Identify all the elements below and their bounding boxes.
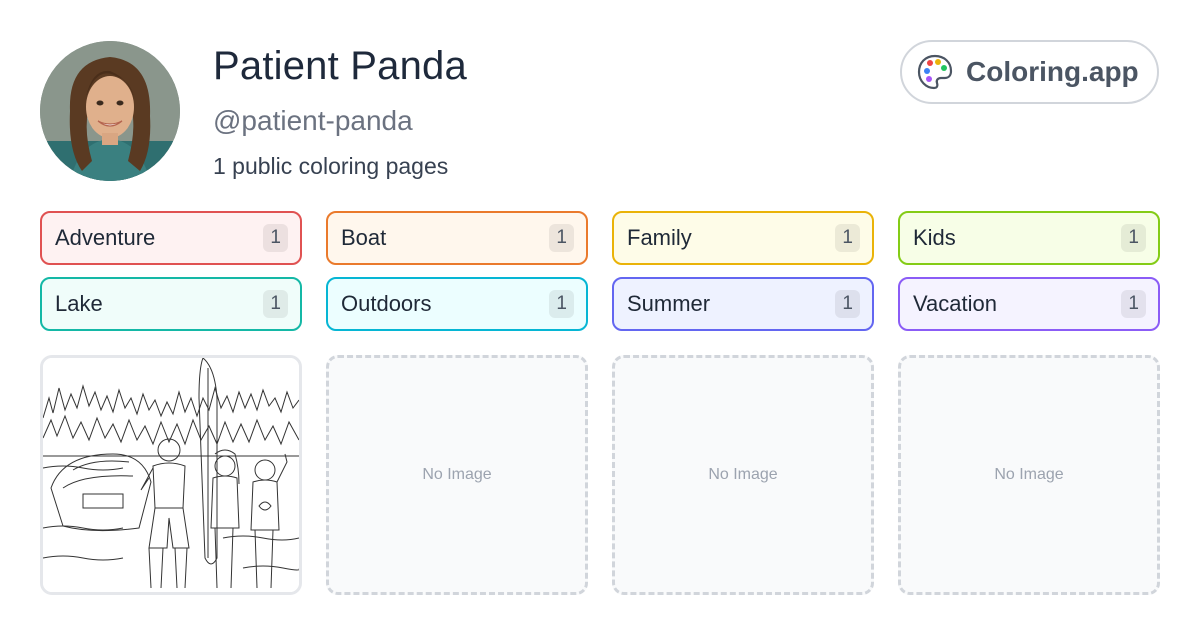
coloring-page-card[interactable] (40, 355, 302, 595)
tag-label: Summer (627, 291, 711, 316)
tag-label: Family (627, 225, 692, 250)
tag-count: 1 (549, 224, 574, 252)
coloring-page-grid: No Image No Image No Image (40, 355, 1160, 595)
tag-count: 1 (1121, 224, 1146, 252)
coloring-page-card[interactable]: No Image (612, 355, 874, 595)
tag-summer[interactable]: Summer 1 (612, 277, 874, 331)
tag-boat[interactable]: Boat 1 (326, 211, 588, 265)
coloring-page-card[interactable]: No Image (898, 355, 1160, 595)
profile-name: Patient Panda (213, 44, 467, 88)
profile-handle: @patient-panda (213, 105, 413, 136)
public-pages-count: 1 public coloring pages (213, 153, 449, 179)
brand-label: Coloring.app (966, 56, 1139, 87)
tag-label: Vacation (913, 291, 997, 316)
tag-label: Boat (341, 225, 387, 250)
tag-label: Outdoors (341, 291, 432, 316)
coloring-page-thumbnail (43, 358, 299, 592)
tag-count: 1 (263, 224, 288, 252)
tag-outdoors[interactable]: Outdoors 1 (326, 277, 588, 331)
tag-adventure[interactable]: Adventure 1 (40, 211, 302, 265)
tag-count: 1 (1121, 290, 1146, 318)
tag-label: Adventure (55, 225, 156, 250)
tag-label: Kids (913, 225, 956, 250)
avatar-photo (40, 41, 180, 181)
tag-lake[interactable]: Lake 1 (40, 277, 302, 331)
coloring-page-card[interactable]: No Image (326, 355, 588, 595)
brand-badge[interactable]: Coloring.app (900, 40, 1159, 104)
palette-icon (917, 54, 953, 90)
no-image-placeholder: No Image (708, 466, 778, 483)
tag-list: Adventure 1 Boat 1 Family 1 Kids 1 Lake … (40, 211, 1160, 331)
no-image-placeholder: No Image (422, 466, 492, 483)
avatar (40, 41, 180, 181)
tag-count: 1 (263, 290, 288, 318)
tag-kids[interactable]: Kids 1 (898, 211, 1160, 265)
tag-vacation[interactable]: Vacation 1 (898, 277, 1160, 331)
tag-count: 1 (835, 290, 860, 318)
tag-family[interactable]: Family 1 (612, 211, 874, 265)
tag-label: Lake (55, 291, 103, 316)
tag-count: 1 (549, 290, 574, 318)
tag-count: 1 (835, 224, 860, 252)
no-image-placeholder: No Image (994, 466, 1064, 483)
